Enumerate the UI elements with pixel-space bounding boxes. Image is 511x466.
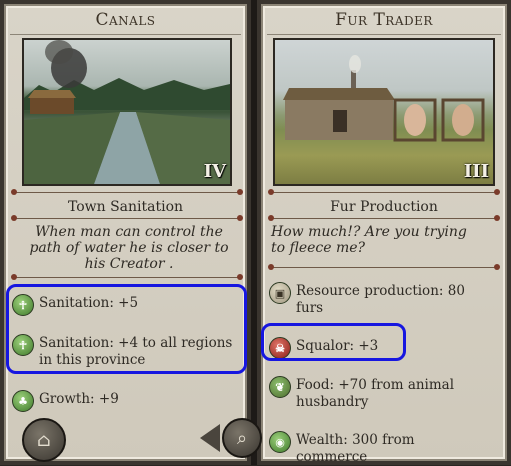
magnifier-icon: ⌕ [236, 427, 248, 449]
building-image: III [273, 38, 495, 186]
flavor-quote: How much!? Are you trying to fleece me? [271, 224, 467, 256]
card-subtitle: Fur Production [330, 199, 438, 215]
fur-trader-scene-illustration [283, 55, 485, 142]
card-title: Fur Trader [335, 10, 433, 30]
subtitle-divider [11, 215, 243, 221]
tier-badge: IV [203, 161, 226, 182]
growth-icon: ♣ [12, 390, 34, 412]
effect-text: Resource production: 80 furs [296, 283, 465, 316]
resource-crate-icon: ▣ [269, 282, 291, 304]
title-divider [267, 34, 501, 35]
zoom-button[interactable]: ⌕ [222, 418, 262, 458]
building-card-canals: Canals IV Town Sanitation When man can c… [0, 0, 251, 465]
subtitle-divider [268, 215, 500, 221]
highlight-box [6, 284, 247, 374]
effect-text: Growth: +9 [39, 391, 119, 407]
food-icon: ❦ [269, 376, 291, 398]
subtitle-divider [11, 189, 243, 195]
card-title: Canals [95, 10, 156, 30]
title-divider [10, 34, 241, 35]
tier-badge: III [463, 161, 489, 182]
canal-scene-illustration [24, 40, 230, 184]
effect-growth: ♣ Growth: +9 [12, 390, 237, 412]
flavor-quote: When man can control the path of water h… [29, 224, 229, 272]
effect-text: Food: +70 from animal husbandry [296, 377, 455, 410]
building-browser-button[interactable]: ⌂ [22, 418, 66, 462]
back-arrow-icon[interactable] [200, 424, 220, 452]
effect-resource-production: ▣ Resource production: 80 furs [269, 282, 489, 317]
effect-food: ❦ Food: +70 from animal husbandry [269, 376, 489, 411]
effect-wealth: ◉ Wealth: 300 from commerce [269, 431, 489, 466]
building-browser-icon: ⌂ [37, 429, 51, 451]
effect-text: Wealth: 300 from commerce [296, 432, 415, 465]
quote-divider [11, 274, 243, 280]
wealth-icon: ◉ [269, 431, 291, 453]
building-image: IV [22, 38, 232, 186]
building-card-fur-trader: Fur Trader III Fur Production How much!?… [257, 0, 511, 465]
subtitle-divider [268, 189, 500, 195]
highlight-box [261, 323, 406, 361]
quote-divider [268, 264, 500, 270]
card-subtitle: Town Sanitation [67, 199, 184, 215]
